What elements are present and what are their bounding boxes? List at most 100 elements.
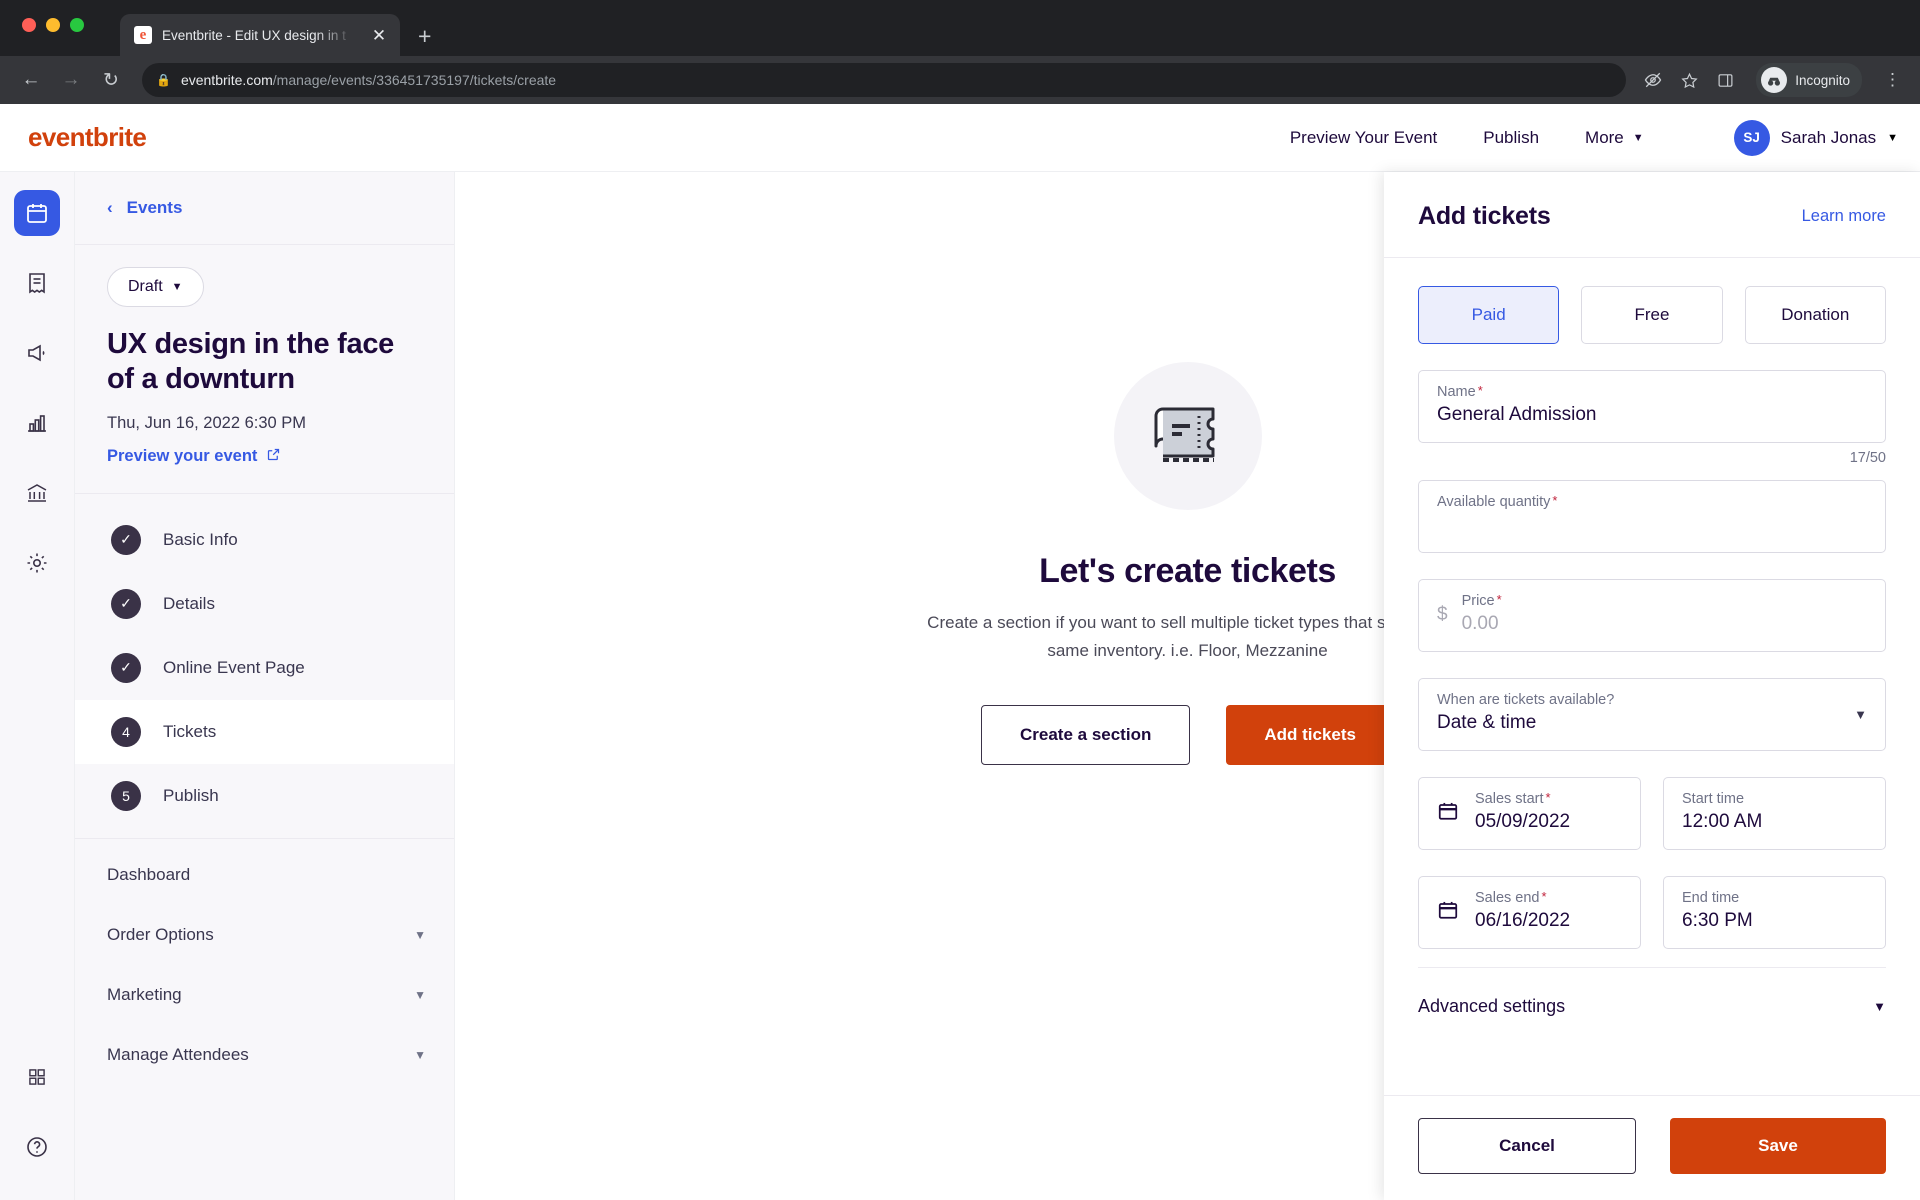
rail-item-calendar[interactable] [14, 190, 60, 236]
start-time-field[interactable]: Start time 12:00 AM [1663, 777, 1886, 850]
learn-more-link[interactable]: Learn more [1802, 207, 1886, 226]
sales-start-label-text: Sales start [1475, 791, 1544, 807]
incognito-avatar-icon [1761, 67, 1788, 93]
tab-strip: e Eventbrite - Edit UX design in t ✕ + [0, 0, 1920, 56]
panel-footer: Cancel Save [1384, 1095, 1920, 1200]
rail-item-orders[interactable] [14, 260, 60, 306]
side-panel-icon[interactable] [1714, 69, 1736, 91]
browser-tab[interactable]: e Eventbrite - Edit UX design in t ✕ [120, 14, 400, 56]
close-icon[interactable]: ✕ [368, 27, 390, 44]
ticket-type-donation-button[interactable]: Donation [1744, 286, 1886, 344]
chevron-left-icon: ‹ [107, 198, 113, 217]
add-tickets-panel: Add tickets Learn more Paid Free Donatio… [1384, 172, 1920, 1200]
menu-label: Dashboard [107, 864, 191, 884]
cancel-button[interactable]: Cancel [1418, 1118, 1636, 1174]
sales-start-field[interactable]: Sales start * 05/09/2022 [1418, 777, 1641, 850]
url-path: /manage/events/336451735197/tickets/crea… [272, 72, 557, 88]
status-badge[interactable]: Draft ▼ [107, 267, 204, 307]
ticket-type-paid-button[interactable]: Paid [1418, 286, 1560, 344]
new-tab-button[interactable]: + [418, 25, 431, 48]
user-menu[interactable]: SJ Sarah Jonas ▼ [1733, 119, 1898, 156]
preview-your-event-link[interactable]: Preview your event [107, 447, 426, 467]
user-name: Sarah Jonas [1780, 127, 1877, 147]
sales-end-field[interactable]: Sales end * 06/16/2022 [1418, 876, 1641, 949]
step-label: Basic Info [163, 529, 238, 549]
availability-value: Date & time [1437, 712, 1537, 733]
start-time-value: 12:00 AM [1682, 811, 1763, 832]
sidebar-item-manage-attendees[interactable]: Manage Attendees ▼ [75, 1025, 454, 1085]
external-link-icon [266, 447, 281, 467]
menu-label: Marketing [107, 984, 182, 1004]
maximize-window-button[interactable] [70, 18, 84, 32]
name-field[interactable]: Name * General Admission [1418, 370, 1886, 443]
sales-start-label: Sales start * [1475, 791, 1622, 807]
back-arrow-icon[interactable]: ← [14, 63, 48, 97]
chevron-down-icon: ▼ [1873, 999, 1886, 1014]
sidebar-item-publish[interactable]: 5 Publish [75, 764, 454, 828]
incognito-indicator[interactable]: Incognito [1756, 63, 1862, 97]
avatar: SJ [1733, 119, 1770, 156]
rail-item-reports[interactable] [14, 400, 60, 446]
available-quantity-field[interactable]: Available quantity * [1418, 480, 1886, 553]
panel-header: Add tickets Learn more [1384, 172, 1920, 258]
event-summary: Draft ▼ UX design in the face of a downt… [75, 245, 454, 494]
name-label-text: Name [1437, 384, 1476, 400]
availability-label: When are tickets available? [1437, 692, 1615, 708]
kebab-menu-icon[interactable]: ⋮ [1880, 70, 1906, 90]
rail-item-help[interactable] [14, 1124, 60, 1170]
chevron-down-icon: ▼ [414, 1047, 426, 1062]
close-window-button[interactable] [22, 18, 36, 32]
star-icon[interactable] [1678, 69, 1700, 91]
sidebar-item-tickets[interactable]: 4 Tickets [75, 699, 454, 764]
sidebar-item-order-options[interactable]: Order Options ▼ [75, 905, 454, 965]
menu-label: Manage Attendees [107, 1044, 249, 1064]
end-time-field[interactable]: End time 6:30 PM [1663, 876, 1886, 949]
event-date: Thu, Jun 16, 2022 6:30 PM [107, 413, 307, 432]
panel-body: Paid Free Donation Name * General Admiss… [1384, 258, 1920, 1095]
create-section-button[interactable]: Create a section [981, 705, 1191, 766]
eventbrite-logo[interactable]: eventbrite [28, 122, 147, 153]
chevron-down-icon: ▼ [171, 281, 183, 293]
rail-item-settings[interactable] [14, 540, 60, 586]
window-controls[interactable] [22, 18, 84, 32]
publish-link[interactable]: Publish [1483, 128, 1539, 148]
forward-arrow-icon[interactable]: → [54, 63, 88, 97]
back-to-events-link[interactable]: ‹ Events [75, 172, 454, 245]
sidebar-item-online-event-page[interactable]: ✓ Online Event Page [75, 636, 454, 700]
ticket-type-selector: Paid Free Donation [1418, 286, 1886, 344]
preview-your-event-link[interactable]: Preview Your Event [1290, 128, 1437, 148]
address-bar[interactable]: 🔒 eventbrite.com/manage/events/336451735… [142, 63, 1627, 97]
chevron-down-icon: ▼ [1632, 131, 1644, 144]
sidebar-item-marketing[interactable]: Marketing ▼ [75, 965, 454, 1025]
reload-icon[interactable]: ↻ [94, 63, 128, 97]
minimize-window-button[interactable] [46, 18, 60, 32]
incognito-label: Incognito [1795, 72, 1850, 88]
add-tickets-button[interactable]: Add tickets [1226, 705, 1394, 766]
advanced-settings-toggle[interactable]: Advanced settings ▼ [1418, 967, 1886, 1039]
sidebar-item-dashboard[interactable]: Dashboard [75, 845, 454, 905]
chevron-down-icon: ▼ [1887, 131, 1898, 144]
save-button[interactable]: Save [1670, 1118, 1886, 1174]
sales-start-row: Sales start * 05/09/2022 Start time 12:0… [1418, 751, 1886, 850]
ticket-type-free-button[interactable]: Free [1581, 286, 1723, 344]
rail-item-apps[interactable] [14, 1054, 60, 1100]
sales-end-label: Sales end * [1475, 890, 1622, 906]
step-badge: ✓ [111, 652, 141, 683]
sidebar-item-basic-info[interactable]: ✓ Basic Info [75, 508, 454, 572]
url-domain: eventbrite.com [180, 72, 273, 88]
rail-item-marketing[interactable] [14, 330, 60, 376]
name-field-label: Name * [1437, 384, 1867, 400]
price-field-label: Price * [1462, 593, 1867, 609]
rail-item-finance[interactable] [14, 470, 60, 516]
more-menu-button[interactable]: More ▼ [1585, 128, 1644, 148]
availability-select[interactable]: When are tickets available? Date & time … [1418, 678, 1886, 751]
eye-off-icon[interactable] [1642, 69, 1664, 91]
event-sidebar: ‹ Events Draft ▼ UX design in the face o… [75, 172, 455, 1200]
toolbar-icons: Incognito ⋮ [1642, 63, 1906, 97]
price-field[interactable]: $ Price * 0.00 [1418, 579, 1886, 652]
page-title: UX design in the face of a downturn [107, 328, 394, 396]
eventbrite-favicon: e [134, 26, 152, 44]
required-asterisk: * [1496, 592, 1502, 607]
sidebar-item-details[interactable]: ✓ Details [75, 572, 454, 636]
step-label: Online Event Page [163, 657, 305, 677]
